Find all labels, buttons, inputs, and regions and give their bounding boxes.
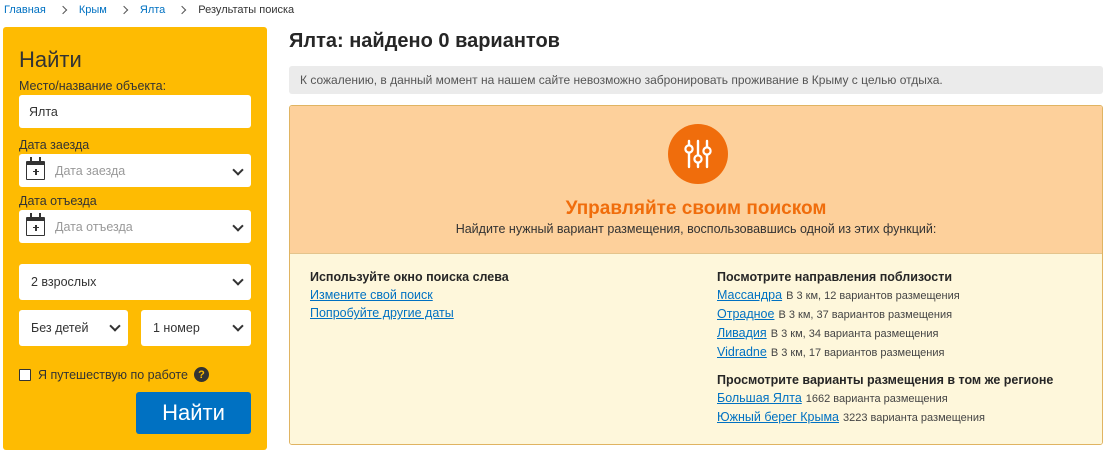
chevron-down-icon xyxy=(232,320,244,332)
checkout-label: Дата отъезда xyxy=(19,194,97,208)
nearby-meta: В 3 км, 12 вариантов размещения xyxy=(786,290,960,302)
work-travel-label[interactable]: Я путешествую по работе xyxy=(38,368,188,382)
panel-subtitle: Найдите нужный вариант размещения, воспо… xyxy=(455,222,937,236)
left-suggestions: Используйте окно поиска слева Измените с… xyxy=(310,268,509,322)
breadcrumb: Главная Крым Ялта Результаты поиска xyxy=(4,2,294,18)
region-meta: 1662 варианта размещения xyxy=(805,393,948,405)
calendar-icon xyxy=(26,157,45,180)
children-value: Без детей xyxy=(31,321,89,335)
region-link[interactable]: Южный берег Крыма xyxy=(717,410,839,424)
work-travel-option: Я путешествую по работе ? xyxy=(19,367,209,382)
breadcrumb-current: Результаты поиска xyxy=(198,4,295,16)
nearby-meta: В 3 км, 34 варианта размещения xyxy=(770,328,939,340)
chevron-down-icon xyxy=(232,274,244,286)
chevron-down-icon xyxy=(232,164,244,176)
checkin-date-picker[interactable]: Дата заезда xyxy=(19,154,251,187)
nearby-meta: В 3 км, 17 вариантов размещения xyxy=(770,347,945,359)
notice-text: К сожалению, в данный момент на нашем са… xyxy=(300,73,943,87)
breadcrumb-home[interactable]: Главная xyxy=(4,4,46,16)
calendar-icon xyxy=(26,213,45,236)
region-link[interactable]: Большая Ялта xyxy=(717,391,802,405)
chevron-right-icon xyxy=(178,5,187,15)
work-travel-checkbox[interactable] xyxy=(19,368,31,381)
try-other-dates-link[interactable]: Попробуйте другие даты xyxy=(310,306,454,320)
panel-title: Управляйте своим поиском xyxy=(565,198,827,219)
list-item: Ливадия В 3 км, 34 варианта размещения xyxy=(717,324,1053,343)
left-suggestions-heading: Используйте окно поиска слева xyxy=(310,270,509,284)
checkin-placeholder: Дата заезда xyxy=(55,163,126,178)
nearby-link[interactable]: Отрадное xyxy=(717,307,774,321)
list-item: Массандра В 3 км, 12 вариантов размещения xyxy=(717,286,1053,305)
nearby-link[interactable]: Ливадия xyxy=(717,326,767,340)
rooms-select[interactable]: 1 номер xyxy=(141,310,251,346)
rooms-value: 1 номер xyxy=(153,321,200,335)
breadcrumb-crimea[interactable]: Крым xyxy=(79,4,107,16)
list-item: Южный берег Крыма 3223 варианта размещени… xyxy=(717,408,1053,427)
chevron-right-icon xyxy=(58,5,68,15)
list-item: Vidradne В 3 км, 17 вариантов размещения xyxy=(717,343,1053,362)
adults-select[interactable]: 2 взрослых xyxy=(19,264,251,300)
chevron-right-icon xyxy=(119,5,129,15)
change-search-link[interactable]: Измените свой поиск xyxy=(310,288,433,302)
right-suggestions: Посмотрите направления поблизости Массан… xyxy=(717,268,1053,427)
nearby-meta: В 3 км, 37 вариантов размещения xyxy=(778,309,953,321)
chevron-down-icon xyxy=(232,220,244,232)
page-title: Ялта: найдено 0 вариантов xyxy=(289,30,560,52)
search-sidebar: Найти Место/название объекта: Ялта Дата … xyxy=(3,27,267,450)
panel-header: Управляйте своим поиском Найдите нужный … xyxy=(290,106,1102,254)
region-meta: 3223 варианта размещения xyxy=(843,412,985,424)
help-icon[interactable]: ? xyxy=(193,367,209,382)
manage-search-panel: Управляйте своим поиском Найдите нужный … xyxy=(289,105,1103,445)
search-button[interactable]: Найти xyxy=(136,392,251,434)
notice-banner: К сожалению, в данный момент на нашем са… xyxy=(289,66,1103,94)
children-select[interactable]: Без детей xyxy=(19,310,128,346)
adults-value: 2 взрослых xyxy=(31,275,97,289)
breadcrumb-yalta[interactable]: Ялта xyxy=(140,4,165,16)
list-item: Большая Ялта 1662 варианта размещения xyxy=(717,389,1053,408)
nearby-link[interactable]: Vidradne xyxy=(717,345,767,359)
checkin-label: Дата заезда xyxy=(19,138,90,152)
checkout-date-picker[interactable]: Дата отъезда xyxy=(19,210,251,243)
region-heading: Просмотрите варианты размещения в том же… xyxy=(717,373,1054,387)
sliders-icon xyxy=(668,124,728,184)
nearby-heading: Посмотрите направления поблизости xyxy=(717,270,953,284)
checkout-placeholder: Дата отъезда xyxy=(55,219,133,234)
list-item: Отрадное В 3 км, 37 вариантов размещения xyxy=(717,305,1053,324)
destination-input[interactable]: Ялта xyxy=(19,95,251,128)
search-title: Найти xyxy=(19,47,82,72)
chevron-down-icon xyxy=(109,320,121,332)
destination-value: Ялта xyxy=(29,104,58,119)
nearby-link[interactable]: Массандра xyxy=(717,288,782,302)
destination-label: Место/название объекта: xyxy=(19,79,167,93)
